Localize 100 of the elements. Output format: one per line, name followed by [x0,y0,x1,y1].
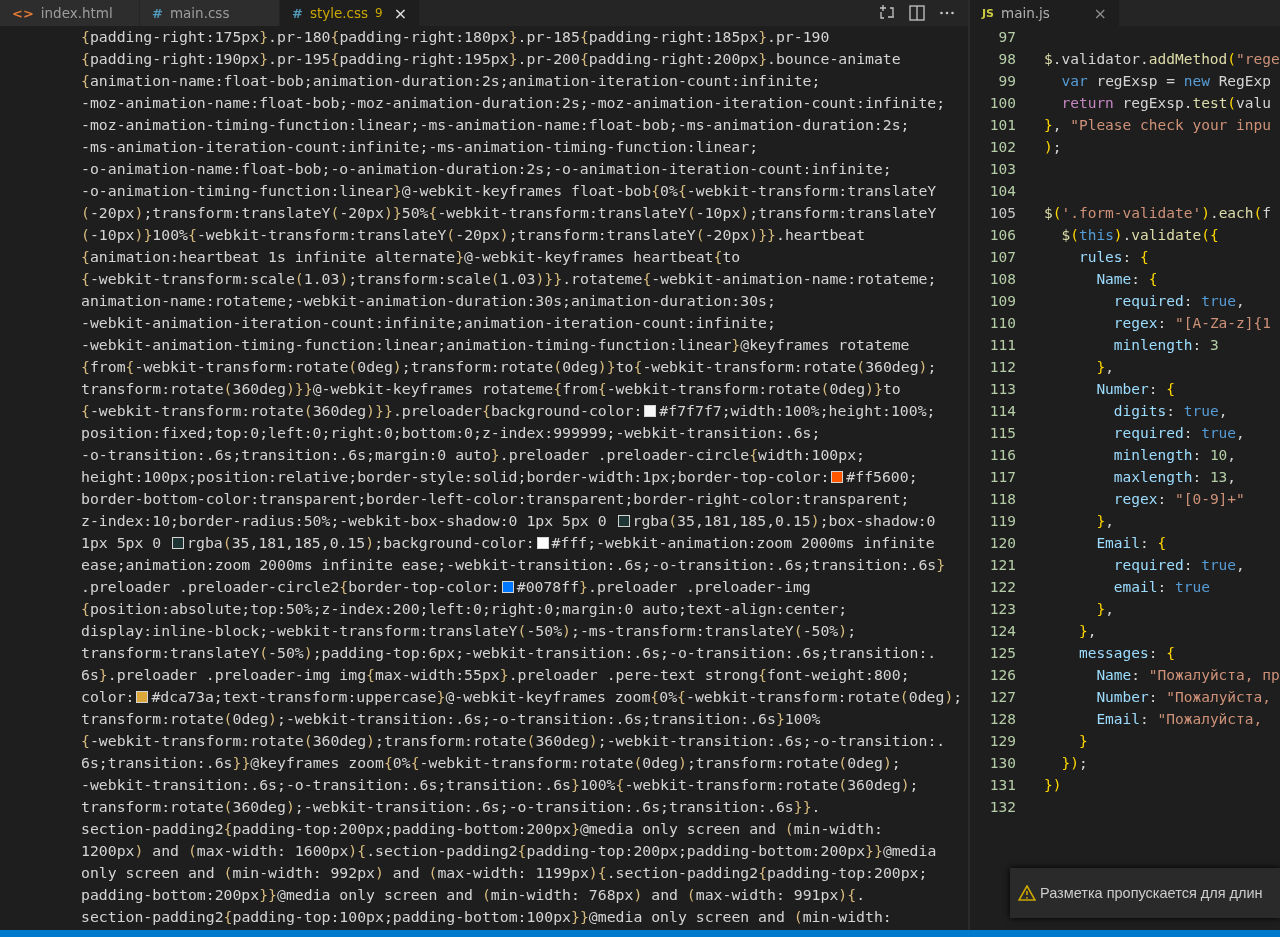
code-line: email: true [1112,579,1210,595]
code-line: border-bottom-color:transparent;border-left-color:transparent;border-right-color:transparent; [81,489,910,509]
code-line: messages: { [1077,645,1175,661]
code-line: required: true, [1112,293,1245,309]
line-number: 105 [988,205,1016,221]
line-number: 125 [988,645,1016,661]
code-line: 6s;transition:.6s}}@keyframes zoom{0%{-webkit-transform:rotate(0deg);transform:rotate(0deg); [81,753,901,773]
code-line: digits: true, [1112,403,1228,419]
code-line: {-webkit-transform:rotate(360deg);transform:rotate(360deg);-webkit-transition:.6s;-o-transition:. [81,731,946,751]
compare-icon[interactable] [878,4,896,22]
code-line: 1200px) and (max-width: 1600px){.section-padding2{padding-top:200px;padding-bottom:200px}}@media [81,841,937,861]
line-number: 118 [988,491,1016,507]
code-line: Email: "Пожалуйста, [1095,711,1264,727]
code-line: $('.form-validate').each(f [1044,205,1271,221]
tab-label: main.js [1001,5,1050,21]
code-line: position:fixed;top:0;left:0;right:0;bottom:0;z-index:999999;-webkit-transition:.6s; [81,423,821,443]
line-number: 99 [997,73,1016,89]
tab-label: style.css [309,5,369,21]
code-line: #0078ff}.preloader .preloader-img [516,577,811,597]
file-type-icon: # [292,5,303,21]
code-line: regex: "[A-Za-z]{1 [1112,315,1271,331]
code-line: -o-animation-timing-function:linear}@-webkit-keyframes float-bob{0%{-webkit-transform:translateY [81,181,937,201]
code-line: -webkit-transition:.6s;-o-transition:.6s;transition:.6s}100%{-webkit-transform:rotate(360deg); [81,775,919,795]
line-number: 104 [988,183,1016,199]
code-line: (-10px)}100%{-webkit-transform:translateY(-20px);transform:translateY(-20px)}}.heartbeat [81,225,866,245]
code-line: }, [1095,513,1114,529]
code-line: rules: { [1077,249,1149,265]
tab-label: index.html [40,5,113,21]
line-number: 123 [988,601,1016,617]
line-number: 110 [988,315,1016,331]
code-line: maxlength: 13, [1112,469,1237,485]
code-line: padding-bottom:200px}}@media only screen and (min-width: 768px) and (max-width: 991px){. [81,885,866,905]
code-line: } [1077,733,1088,749]
code-line: {padding-right:175px}.pr-180{padding-right:180px}.pr-185{padding-right:185px}.pr-190 [81,27,830,47]
code-line: transform:rotate(360deg)}}@-webkit-keyframes rotateme{from{-webkit-transform:rotate(0deg)}to [81,379,901,399]
code-line: }); [1060,755,1088,771]
code-line: #fff;-webkit-animation:zoom 2000ms infinite [551,533,935,553]
line-number: 129 [988,733,1016,749]
code-line: required: true, [1112,425,1245,441]
code-line: -o-animation-name:float-bob;-o-animation-duration:2s;-o-animation-iteration-count:infinite; [81,159,892,179]
line-number: 111 [988,337,1016,353]
code-line: z-index:10;border-radius:50%;-webkit-box-shadow:0 1px 5px 0 [81,511,608,531]
code-line: return regExsp.test(valu [1060,95,1271,111]
code-line: only screen and (min-width: 992px) and (max-width: 1199px){.section-padding2{padding-top:200px; [81,863,928,883]
code-line: Name: "Пожалуйста, пр [1095,667,1280,683]
code-line: -o-transition:.6s;transition:.6s;margin:0 auto}.preloader .preloader-circle{width:100px; [81,445,865,465]
code-line: -ms-animation-iteration-count:infinite;-ms-animation-timing-function:linear; [81,137,759,157]
line-number: 119 [988,513,1016,529]
file-type-icon: # [152,5,163,21]
code-line: required: true, [1112,557,1245,573]
file-type-icon: JS [982,6,994,20]
line-number: 106 [988,227,1016,243]
code-line: color: [81,687,135,707]
line-number: 126 [988,667,1016,683]
editor-tab[interactable]: # style.css 9 × [280,0,421,26]
code-line: -moz-animation-name:float-bob;-moz-animation-duration:2s;-moz-animation-iteration-count:infinite; [81,93,946,113]
code-line: {from{-webkit-transform:rotate(0deg);transform:rotate(0deg)}to{-webkit-transform:rotate(360deg); [81,357,937,377]
line-number: 100 [988,95,1016,111]
code-line: {position:absolute;top:50%;z-index:200;left:0;right:0;margin:0 auto;text-align:center; [81,599,848,619]
close-button[interactable]: × [393,3,408,23]
line-number: 117 [988,469,1016,485]
line-number: 131 [988,777,1016,793]
line-number: 108 [988,271,1016,287]
code-line: ease;animation:zoom 2000ms infinite ease;-webkit-transition:.6s;-o-transition:.6s;transition:.6s} [81,555,946,575]
code-line: -moz-animation-timing-function:linear;-ms-animation-name:float-bob;-ms-animation-duration:2s; [81,115,910,135]
code-line: transform:rotate(360deg);-webkit-transition:.6s;-o-transition:.6s;transition:.6s}}. [81,797,821,817]
line-number: 116 [988,447,1016,463]
code-line: .preloader .preloader-circle2{border-top-color: [81,577,500,597]
code-line: }, [1095,601,1114,617]
code-line: height:100px;position:relative;border-style:solid;border-width:1px;border-top-color: [81,467,830,487]
code-line: 6s}.preloader .preloader-img img{max-width:55px}.preloader .pere-text strong{font-weight:800; [81,665,910,685]
code-line: {padding-right:190px}.pr-195{padding-right:195px}.pr-200{padding-right:200px}.bounce-animate [81,49,901,69]
code-line: regex: "[0-9]+" [1112,491,1245,507]
code-line: }) [1044,777,1062,793]
code-line: $.validator.addMethod("rege [1044,51,1280,67]
code-line: }, "Please check your inpu [1044,117,1271,133]
code-line: 1px 5px 0 [81,533,163,553]
code-line: var regExsp = new RegExp [1060,73,1271,89]
code-line: minlength: 3 [1112,337,1219,353]
split-editor-icon[interactable] [908,4,926,22]
code-line: {-webkit-transform:scale(1.03);transform:scale(1.03)}}.rotateme{-webkit-animation-name:rotateme; [81,269,937,289]
line-number: 103 [988,161,1016,177]
editor-tab[interactable]: <> index.html [0,0,140,26]
editor-tab[interactable]: # main.css [140,0,280,26]
code-line: {-webkit-transform:rotate(360deg)}}.preloader{background-color: [81,401,643,421]
code-line: }, [1095,359,1114,375]
problem-count: 9 [375,6,383,20]
code-line: -webkit-animation-timing-function:linear;animation-timing-function:linear}@keyframes rotateme [81,335,910,355]
line-number: 124 [988,623,1016,639]
line-number: 98 [997,51,1016,67]
editor-tab[interactable]: JS main.js × [970,0,1120,26]
code-line: -webkit-animation-iteration-count:infinite;animation-iteration-count:infinite; [81,313,776,333]
line-number: 107 [988,249,1016,265]
code-line: {animation:heartbeat 1s infinite alternate}@-webkit-keyframes heartbeat{to [81,247,741,267]
code-line: transform:translateY(-50%);padding-top:6px;-webkit-transition:.6s;-o-transition:.6s;transition:. [81,643,937,663]
code-line: Email: { [1095,535,1167,551]
close-button[interactable]: × [1093,3,1107,23]
line-number: 102 [988,139,1016,155]
notification-text: Разметка пропускается для длин [1040,885,1263,901]
code-line: ); [1044,139,1062,155]
